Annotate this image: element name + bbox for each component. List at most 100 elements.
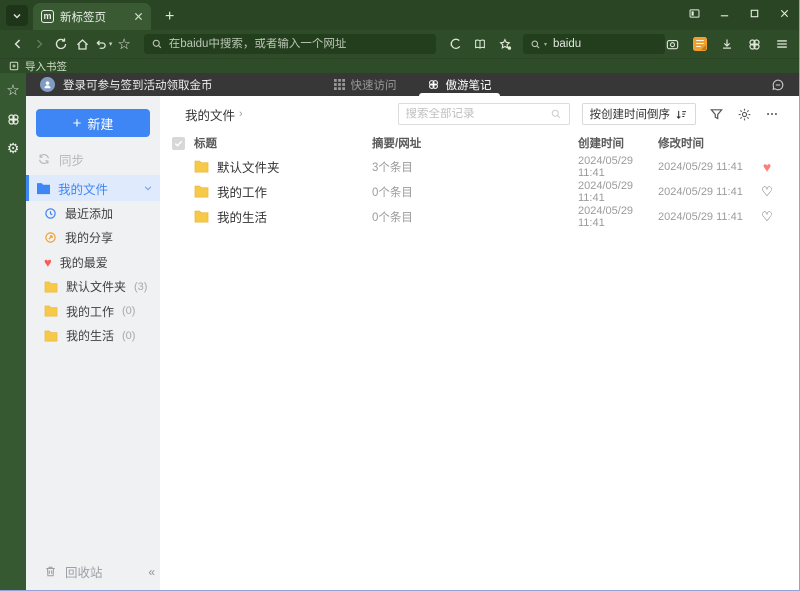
favorite-heart-button[interactable]: ♡ [749,209,785,224]
tab-quick-access-label: 快速访问 [350,79,397,92]
table-row[interactable]: 我的生活 0个条目 2024/05/29 11:41 2024/05/29 11… [160,204,799,229]
search-box[interactable]: ▾ [522,34,665,54]
import-bookmarks-icon [9,61,19,71]
notes-rail-icon[interactable] [5,111,21,127]
row-modified: 2024/05/29 11:41 [658,160,743,173]
undo-dropdown-caret[interactable]: ▾ [109,40,113,48]
row-summary: 0个条目 [372,186,413,199]
content-toolbar: 我的文件 › 按创建时间倒序 [160,96,799,132]
window-controls [679,0,799,26]
row-created: 2024/05/29 11:41 [578,154,634,179]
title-bar: m 新标签页 + [0,0,799,30]
search-engine-icon [530,39,541,50]
filter-button[interactable] [709,107,724,122]
sidebar-item-favorites[interactable]: ♥ 我的最爱 [26,250,160,275]
table-row[interactable]: 默认文件夹 3个条目 2024/05/29 11:41 2024/05/29 1… [160,154,799,179]
home-button[interactable] [72,34,91,54]
address-bar[interactable] [143,34,436,54]
row-title[interactable]: 默认文件夹 [217,157,280,176]
forward-button[interactable] [29,34,48,54]
breadcrumb[interactable]: 我的文件 › [185,105,243,124]
column-title[interactable]: 标题 [194,135,372,151]
row-created: 2024/05/29 11:41 [578,179,634,204]
sidebar-item-label: 最近添加 [65,206,114,221]
search-input[interactable] [553,38,658,50]
app-tabs: 快速访问 傲游笔记 [333,73,500,96]
records-search[interactable] [397,103,570,125]
close-window-button[interactable] [769,0,799,26]
sidebar-item-my-files[interactable]: 我的文件 [26,175,160,201]
sort-label: 按创建时间倒序 [589,109,671,121]
maximize-button[interactable] [739,0,769,26]
sidebar-item-shares[interactable]: 我的分享 [26,226,160,251]
bookmarks-bar: 导入书签 [0,58,799,73]
records-search-input[interactable] [405,108,550,120]
column-summary[interactable]: 摘要/网址 [372,135,578,151]
download-icon[interactable] [720,37,734,51]
skins-icon[interactable] [747,37,762,52]
column-modified[interactable]: 修改时间 [658,135,749,151]
sync-icon [37,152,51,166]
sidebar-item-work-folder[interactable]: 我的工作 (0) [26,299,160,324]
browser-tab[interactable]: m 新标签页 [33,3,151,30]
tab-quick-access[interactable]: 快速访问 [333,73,397,96]
refresh-button[interactable] [51,34,70,54]
menu-icon[interactable] [775,37,789,51]
address-input[interactable] [168,38,429,50]
column-created[interactable]: 创建时间 [578,135,658,151]
favorite-page-button[interactable]: ☆ [114,34,133,54]
bookmark-star-settings-icon[interactable] [498,37,513,52]
reading-mode-icon[interactable] [473,37,487,51]
side-rail: ☆ ⚙ [0,73,26,590]
tab-close-icon[interactable] [134,12,143,21]
chevron-down-icon[interactable] [143,183,153,193]
folder-icon [44,305,58,317]
sidebar-item-label: 我的工作 [66,304,115,319]
read-aloud-icon[interactable] [448,37,462,51]
tab-notes[interactable]: 傲游笔记 [418,73,500,96]
login-banner[interactable]: 登录可参与签到活动领取金币 [63,77,213,93]
folder-icon [44,281,58,293]
table-row[interactable]: 我的工作 0个条目 2024/05/29 11:41 2024/05/29 11… [160,179,799,204]
undo-button[interactable]: ▾ [94,37,113,51]
row-title[interactable]: 我的生活 [217,207,267,226]
row-summary: 3个条目 [372,161,413,174]
sort-button[interactable]: 按创建时间倒序 [581,103,696,125]
folder-icon [194,160,209,173]
new-note-button[interactable]: + 新建 [36,109,150,137]
feedback-icon[interactable] [771,78,785,92]
collapse-sidebar-button[interactable]: « [148,566,155,578]
avatar[interactable] [40,77,55,92]
split-screen-icon [688,7,701,20]
breadcrumb-arrow: › [239,108,243,120]
favorite-heart-button[interactable]: ♥ [749,160,785,174]
trash-button[interactable]: 回收站 [26,560,103,582]
minimize-icon [719,8,730,19]
clover-icon [427,78,440,91]
favorites-rail-icon[interactable]: ☆ [5,82,21,98]
settings-rail-icon[interactable]: ⚙ [5,140,21,156]
notes-sidebar: + 新建 同步 我的文件 最近添加 我的分享 ♥ 我的最爱 默认文件夹 (3) … [26,96,160,590]
minimize-button[interactable] [709,0,739,26]
view-settings-button[interactable] [737,107,752,122]
new-note-label: 新建 [87,116,114,132]
sidebar-item-label: 我的最爱 [59,255,108,270]
sidebar-item-life-folder[interactable]: 我的生活 (0) [26,324,160,349]
favorite-heart-button[interactable]: ♡ [749,184,785,199]
sidebar-item-recent[interactable]: 最近添加 [26,201,160,226]
select-all-checkbox[interactable] [172,136,185,150]
clock-icon [44,207,57,220]
more-button[interactable] [765,107,779,121]
split-screen-button[interactable] [679,0,709,26]
sidebar-item-default-folder[interactable]: 默认文件夹 (3) [26,275,160,300]
notes-icon[interactable] [693,37,707,51]
new-tab-button[interactable]: + [165,9,174,25]
search-engine-caret[interactable]: ▾ [544,41,547,48]
import-bookmarks-label[interactable]: 导入书签 [25,59,67,74]
sidebar-item-label: 我的分享 [65,231,114,246]
screenshot-icon[interactable] [665,37,680,52]
tab-list-button[interactable] [6,5,28,26]
row-title[interactable]: 我的工作 [217,182,267,201]
back-button[interactable] [8,34,27,54]
sync-button[interactable]: 同步 [26,148,160,170]
